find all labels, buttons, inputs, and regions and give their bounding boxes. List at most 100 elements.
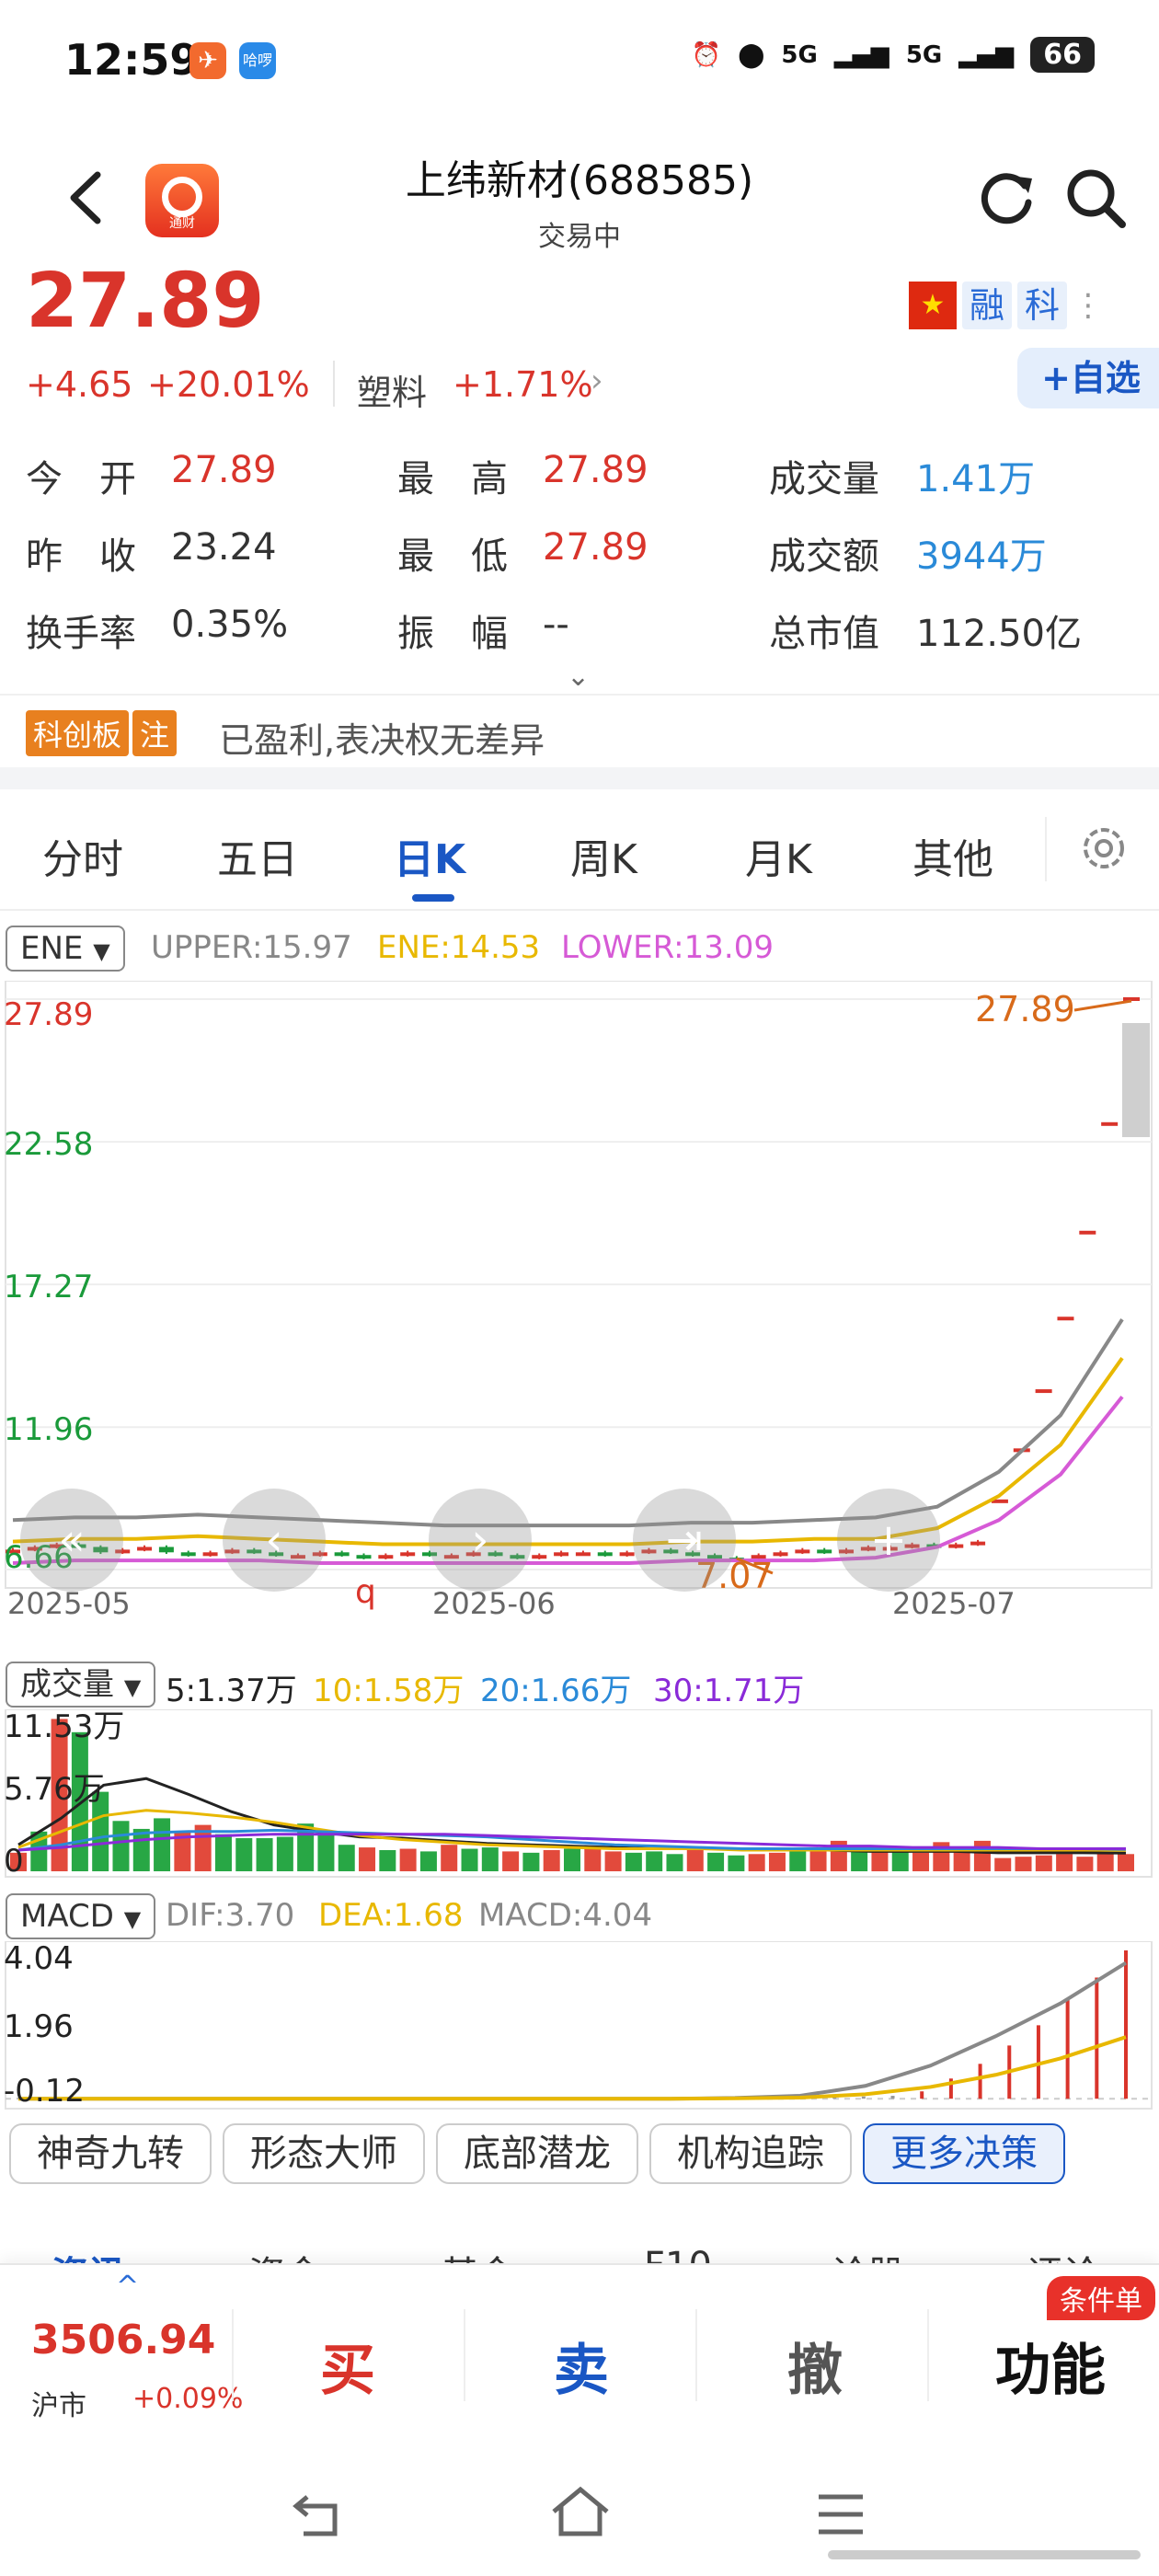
chart-period-tabs: 分时 五日 日K 周K 月K 其他	[0, 789, 1159, 911]
logo-text: 通财	[169, 216, 195, 231]
quote-open: 27.89	[171, 449, 277, 491]
search-icon[interactable]	[1063, 166, 1130, 232]
candle-body	[795, 1549, 810, 1554]
pill-magic-nine[interactable]: 神奇九转	[9, 2123, 212, 2184]
subtab-fund[interactable]: 基金	[442, 2245, 515, 2263]
volume-bar	[686, 1849, 704, 1871]
conditional-order-badge[interactable]: 条件单	[1047, 2276, 1155, 2320]
pill-institution-track[interactable]: 机构追踪	[649, 2123, 852, 2184]
volume-bar	[502, 1851, 520, 1871]
tab-weekly-k[interactable]: 周K	[570, 826, 637, 885]
volume-bar	[1015, 1857, 1032, 1871]
ene-selector-label: ENE	[20, 930, 84, 967]
volume-bar	[666, 1854, 683, 1871]
volume-bar	[235, 1838, 253, 1871]
subtab-discussion[interactable]: 论股	[832, 2245, 905, 2263]
limit-up-candle	[1101, 1121, 1119, 1126]
sell-button[interactable]: 卖	[554, 2326, 609, 2406]
alarm-icon: ⏰	[691, 40, 722, 69]
volume-bar	[276, 1836, 293, 1871]
tab-monthly-k[interactable]: 月K	[745, 826, 812, 885]
status-bar: 12:59 ✈ 哈啰 ⏰ ⬤ 5G ▂▄▆ 5G ▂▄▆ 66	[0, 0, 1159, 129]
pill-pattern-master[interactable]: 形态大师	[223, 2123, 425, 2184]
subtab-funds[interactable]: 资金	[248, 2245, 322, 2263]
limit-up-candle	[1079, 1230, 1096, 1235]
volume-bar	[994, 1857, 1012, 1871]
candle-body	[356, 1555, 372, 1559]
kline-chart[interactable]: 27.8922.5817.2711.966.662025-052025-0620…	[0, 981, 1159, 1616]
zoom-control-glyph: ⇥	[666, 1514, 703, 1566]
chevron-down-icon[interactable]: ⌄	[567, 661, 590, 693]
volume-bar	[584, 1847, 602, 1871]
quote-volume: 1.41万	[916, 458, 1036, 500]
hello-app-icon: 哈啰	[239, 42, 276, 79]
tab-intraday[interactable]: 分时	[42, 826, 123, 885]
subtab-news[interactable]: 资讯	[52, 2245, 125, 2263]
volume-bar	[809, 1849, 827, 1871]
volume-bar	[112, 1821, 130, 1871]
refresh-icon[interactable]	[977, 166, 1038, 226]
tab-other[interactable]: 其他	[912, 826, 993, 885]
limit-up-candle	[1035, 1389, 1052, 1394]
volume-bar	[461, 1848, 478, 1871]
candle-body	[948, 1544, 964, 1548]
signal-marker: q	[355, 1573, 376, 1611]
volume-y-tick: 0	[4, 1843, 24, 1879]
ene-lower: LOWER:13.09	[561, 929, 774, 966]
current-price: 27.89	[26, 258, 265, 345]
function-button[interactable]: 功能	[995, 2326, 1106, 2406]
zoom-control-glyph: ›	[471, 1514, 488, 1566]
clock: 12:59	[64, 35, 200, 85]
cancel-button[interactable]: 撤	[787, 2326, 843, 2406]
gear-icon[interactable]	[1074, 819, 1133, 878]
sector-change-pct[interactable]: +1.71%	[453, 364, 593, 405]
back-button[interactable]	[61, 166, 116, 230]
volume-bar	[379, 1849, 396, 1871]
volume-bar	[399, 1848, 417, 1871]
volume-y-tick: 11.53万	[4, 1709, 124, 1745]
menu-nav-icon[interactable]	[815, 2491, 866, 2537]
quote-label: 最 低	[397, 535, 508, 578]
index-value[interactable]: 3506.94	[31, 2317, 215, 2363]
pill-bottom-dragon[interactable]: 底部潜龙	[436, 2123, 638, 2184]
volume-chart[interactable]: 11.53万 5.76万 0	[0, 1709, 1159, 1879]
divider	[0, 694, 1159, 696]
macd-chart[interactable]: 4.04 1.96 -0.12	[0, 1941, 1159, 2110]
quote-high: 27.89	[543, 449, 648, 491]
back-nav-icon[interactable]	[291, 2490, 350, 2541]
macd-line-dea	[18, 2035, 1127, 2101]
index-name: 沪市	[31, 2390, 86, 2422]
volume-bar	[789, 1851, 807, 1871]
price-change-pct: +20.01%	[147, 364, 310, 405]
chevron-right-icon[interactable]: ›	[591, 362, 603, 399]
ene-selector[interactable]: ENE ▼	[6, 926, 125, 972]
signal-bars-icon: ▂▄▆	[833, 40, 889, 69]
volume-bar	[646, 1851, 663, 1871]
home-nav-icon[interactable]	[548, 2484, 613, 2539]
sector-name[interactable]: 塑料	[357, 364, 427, 415]
chevron-up-icon[interactable]: ^	[116, 2271, 139, 2303]
volume-bar	[748, 1854, 765, 1871]
pill-more-decisions[interactable]: 更多决策	[863, 2123, 1065, 2184]
subtab-f10[interactable]: F10	[644, 2245, 712, 2263]
candle-body	[400, 1552, 416, 1557]
tag-margin[interactable]: 融	[962, 282, 1013, 329]
more-icon[interactable]: ⋮	[1073, 287, 1104, 324]
caret-down-icon: ▼	[93, 938, 110, 964]
macd-y-tick: 1.96	[4, 2008, 74, 2045]
quote-label: 换手率	[26, 613, 136, 655]
candle-body	[334, 1552, 350, 1557]
tab-daily-k[interactable]: 日K	[394, 826, 465, 885]
quote-prev-close: 23.24	[171, 526, 277, 569]
subtab-comments[interactable]: 评论	[1027, 2245, 1100, 2263]
macd-selector[interactable]: MACD ▼	[6, 1893, 156, 1939]
divider	[464, 2309, 465, 2401]
buy-button[interactable]: 买	[320, 2326, 375, 2406]
volume-selector[interactable]: 成交量 ▼	[6, 1662, 156, 1708]
add-watchlist-button[interactable]: +自选	[1017, 348, 1159, 408]
tag-star[interactable]: 科	[1017, 282, 1068, 329]
quote-label: 昨 收	[26, 535, 136, 578]
candle-body	[575, 1552, 591, 1557]
tab-five-day[interactable]: 五日	[217, 826, 298, 885]
volume-bar	[154, 1818, 171, 1871]
